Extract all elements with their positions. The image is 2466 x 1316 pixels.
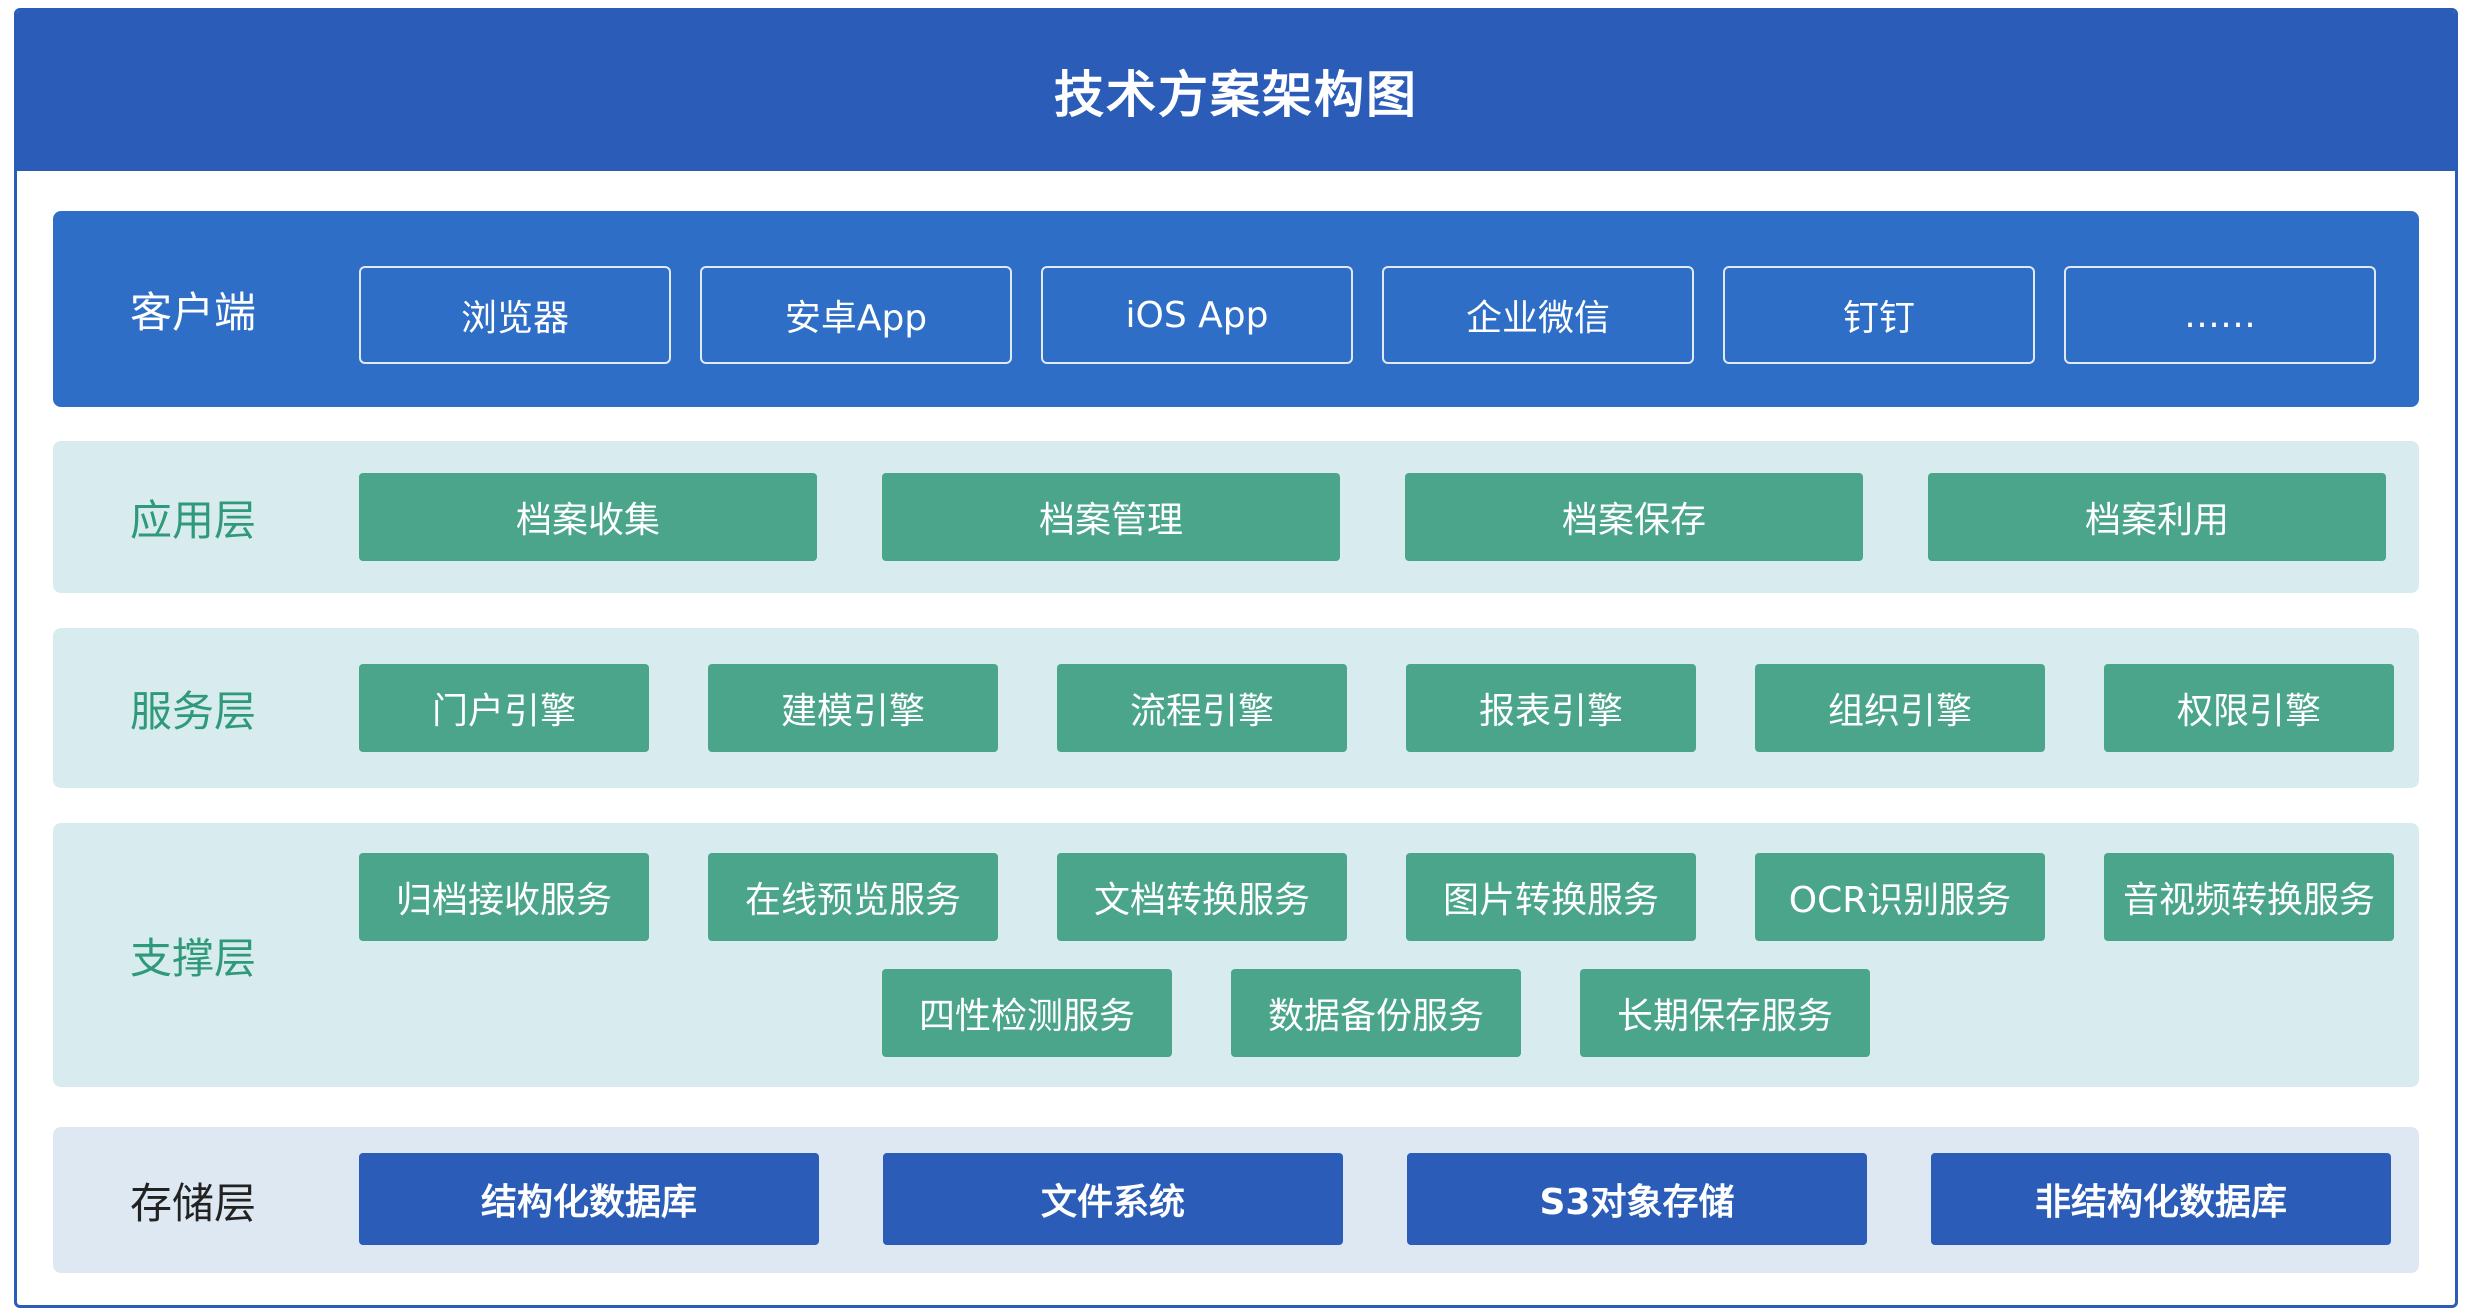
support-item-archive-receive: 归档接收服务 xyxy=(359,853,649,941)
storage-item-s3-object-storage: S3对象存储 xyxy=(1407,1153,1867,1245)
layer-storage: 存储层 结构化数据库 文件系统 S3对象存储 非结构化数据库 xyxy=(53,1127,2419,1273)
support-item-long-term-preservation: 长期保存服务 xyxy=(1580,969,1870,1057)
support-item-ocr: OCR识别服务 xyxy=(1755,853,2045,941)
title-bar: 技术方案架构图 xyxy=(17,11,2455,171)
layer-client: 客户端 浏览器 安卓App iOS App 企业微信 钉钉 …… xyxy=(53,211,2419,407)
client-item-more: …… xyxy=(2064,266,2376,364)
support-item-document-convert: 文档转换服务 xyxy=(1057,853,1347,941)
storage-item-structured-db: 结构化数据库 xyxy=(359,1153,819,1245)
architecture-diagram: 技术方案架构图 客户端 浏览器 安卓App iOS App 企业微信 钉钉 ……… xyxy=(14,8,2458,1308)
app-item-preserve: 档案保存 xyxy=(1405,473,1863,561)
storage-item-unstructured-db: 非结构化数据库 xyxy=(1931,1153,2391,1245)
layer-label-support: 支撑层 xyxy=(129,933,256,983)
support-item-online-preview: 在线预览服务 xyxy=(708,853,998,941)
service-item-modeling-engine: 建模引擎 xyxy=(708,664,998,752)
app-item-manage: 档案管理 xyxy=(882,473,1340,561)
app-item-utilize: 档案利用 xyxy=(1928,473,2386,561)
layer-service: 服务层 门户引擎 建模引擎 流程引擎 报表引擎 组织引擎 权限引擎 xyxy=(53,628,2419,788)
app-item-collect: 档案收集 xyxy=(359,473,817,561)
client-item-ios-app: iOS App xyxy=(1041,266,1353,364)
service-item-report-engine: 报表引擎 xyxy=(1406,664,1696,752)
service-item-permission-engine: 权限引擎 xyxy=(2104,664,2394,752)
layer-label-client: 客户端 xyxy=(129,287,256,337)
service-item-workflow-engine: 流程引擎 xyxy=(1057,664,1347,752)
support-item-data-backup: 数据备份服务 xyxy=(1231,969,1521,1057)
layer-label-application: 应用层 xyxy=(129,495,256,545)
client-item-browser: 浏览器 xyxy=(359,266,671,364)
layer-label-service: 服务层 xyxy=(129,686,256,736)
support-item-four-properties-check: 四性检测服务 xyxy=(882,969,1172,1057)
diagram-title: 技术方案架构图 xyxy=(1054,66,1418,124)
layer-label-storage: 存储层 xyxy=(129,1178,256,1228)
layer-application: 应用层 档案收集 档案管理 档案保存 档案利用 xyxy=(53,441,2419,593)
support-item-av-convert: 音视频转换服务 xyxy=(2104,853,2394,941)
support-item-image-convert: 图片转换服务 xyxy=(1406,853,1696,941)
storage-item-file-system: 文件系统 xyxy=(883,1153,1343,1245)
layer-support: 支撑层 归档接收服务 在线预览服务 文档转换服务 图片转换服务 OCR识别服务 … xyxy=(53,823,2419,1087)
client-item-android-app: 安卓App xyxy=(700,266,1012,364)
service-item-organization-engine: 组织引擎 xyxy=(1755,664,2045,752)
client-item-wecom: 企业微信 xyxy=(1382,266,1694,364)
client-item-dingtalk: 钉钉 xyxy=(1723,266,2035,364)
service-item-portal-engine: 门户引擎 xyxy=(359,664,649,752)
